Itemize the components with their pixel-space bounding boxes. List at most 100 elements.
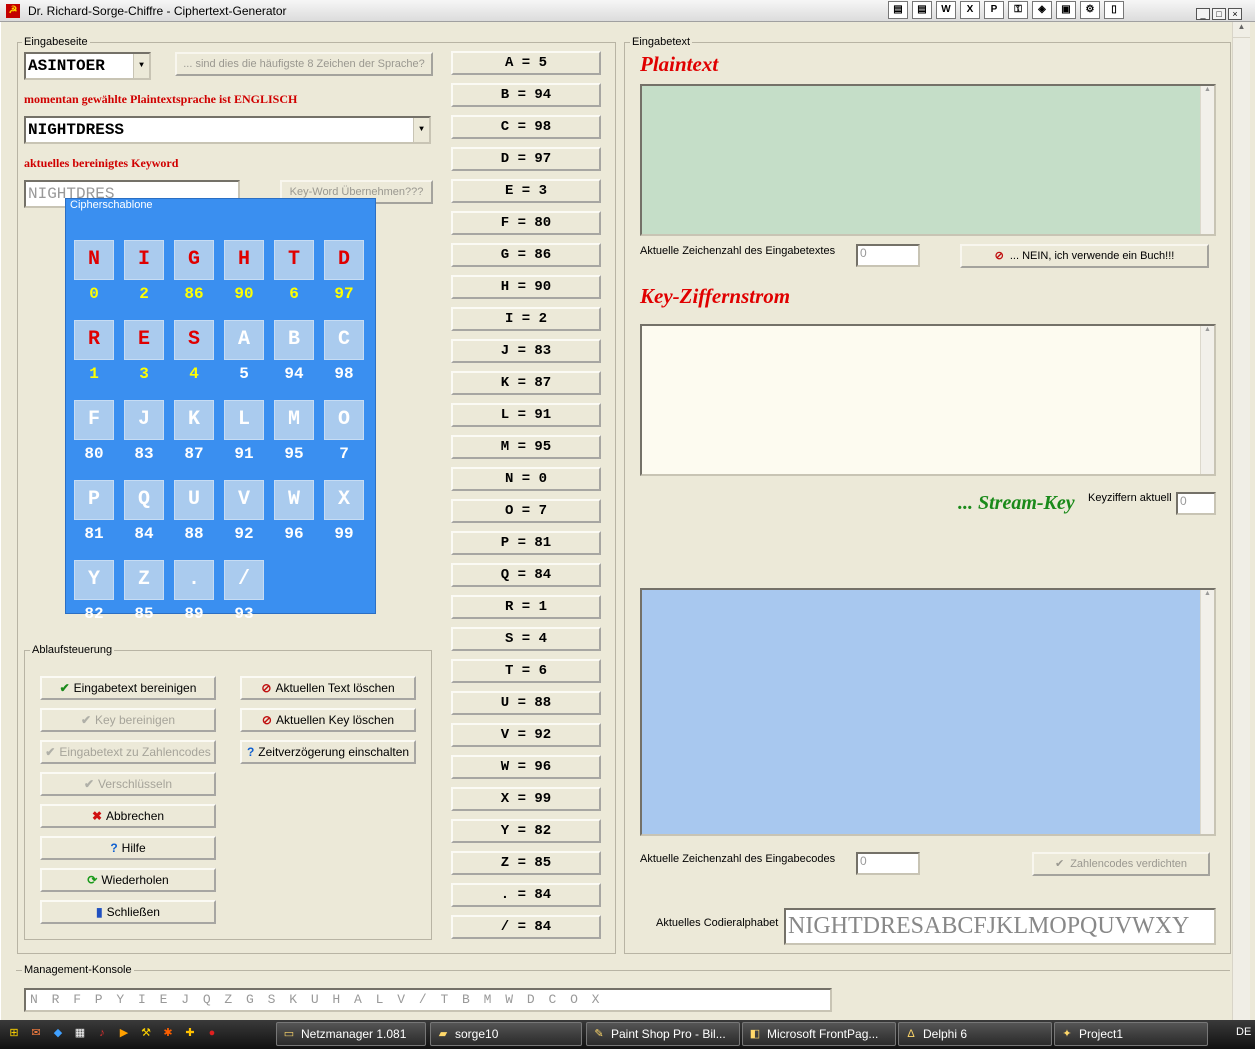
key-stream-scrollbar[interactable]: ▲ [1200,326,1214,474]
eingabetext-bereinigen-button[interactable]: ✔ Eingabetext bereinigen [40,676,216,700]
mapping-button[interactable]: Z = 85 [451,851,601,875]
ciphertext-output-memo[interactable]: ▲ [640,588,1216,836]
gear-icon[interactable]: ⚙ [1080,1,1100,19]
cipher-cell-letter: H [224,240,264,280]
mapping-button[interactable]: A = 5 [451,51,601,75]
alphabet-field[interactable]: NIGHTDRESABCFJKLMOPQUVWXY [784,908,1216,945]
language-combo[interactable]: ASINTOER ▼ [24,52,151,80]
mapping-button[interactable]: H = 90 [451,275,601,299]
taskbar-task[interactable]: ▰ sorge10 [430,1022,582,1046]
mapping-button[interactable]: K = 87 [451,371,601,395]
taskbar-task[interactable]: ▭ Netzmanager 1.081 [276,1022,426,1046]
mapping-button[interactable]: U = 88 [451,691,601,715]
keyword-combo[interactable]: NIGHTDRESS ▼ [24,116,431,144]
mapping-button[interactable]: O = 7 [451,499,601,523]
display-icon[interactable]: ▣ [1056,1,1076,19]
mapping-button[interactable]: M = 95 [451,435,601,459]
close-icon[interactable]: × [1228,8,1242,20]
windows-icon[interactable]: ◈ [1032,1,1052,19]
maximize-icon[interactable]: □ [1212,8,1226,20]
code-count-field[interactable]: 0 [856,852,920,875]
keyziffern-field[interactable]: 0 [1176,492,1216,515]
mapping-button[interactable]: W = 96 [451,755,601,779]
compress-codes-button[interactable]: ✔ Zahlencodes verdichten [1032,852,1210,876]
key-icon[interactable]: ⚿ [1008,1,1028,19]
abbrechen-button[interactable]: ✖ Abbrechen [40,804,216,828]
cipher-cell-letter: E [124,320,164,360]
mapping-button[interactable]: I = 2 [451,307,601,331]
plaintext-count-field[interactable]: 0 [856,244,920,267]
folder-icon: ▰ [438,1028,448,1040]
document-icon[interactable]: ▯ [1104,1,1124,19]
mapping-button[interactable]: R = 1 [451,595,601,619]
mapping-button[interactable]: V = 92 [451,723,601,747]
taskbar-task[interactable]: ✎ Paint Shop Pro - Bil... [586,1022,740,1046]
quicklaunch-icon[interactable]: ⚒ [138,1025,154,1041]
book-button[interactable]: ⊘ ... NEIN, ich verwende ein Buch!!! [960,244,1209,268]
mapping-button[interactable]: P = 81 [451,531,601,555]
mapping-button[interactable]: E = 3 [451,179,601,203]
quicklaunch-icon[interactable]: ✱ [160,1025,176,1041]
mapping-button[interactable]: T = 6 [451,659,601,683]
hilfe-button[interactable]: ? Hilfe [40,836,216,860]
mapping-button[interactable]: / = 84 [451,915,601,939]
quicklaunch-icon[interactable]: ◆ [50,1025,66,1041]
taskbar-task[interactable]: Δ Delphi 6 [898,1022,1052,1046]
wiederholen-button[interactable]: ⟳ Wiederholen [40,868,216,892]
notepad-icon[interactable]: ▤ [912,1,932,19]
mapping-button[interactable]: C = 98 [451,115,601,139]
taskbar-task[interactable]: ◧ Microsoft FrontPag... [742,1022,896,1046]
quicklaunch-icon[interactable]: ✉ [28,1025,44,1041]
mapping-button[interactable]: F = 80 [451,211,601,235]
schließen-button[interactable]: ▮ Schließen [40,900,216,924]
console-field[interactable]: N R F P Y I E J Q Z G S K U H A L V / T … [24,988,832,1012]
cipher-cell-letter: T [274,240,314,280]
aktuellen-key-löschen-button[interactable]: ⊘ Aktuellen Key löschen [240,708,416,732]
notepad-icon[interactable]: ▤ [888,1,908,19]
mapping-button[interactable]: Q = 84 [451,563,601,587]
mapping-button[interactable]: . = 84 [451,883,601,907]
powerpoint-icon[interactable]: P [984,1,1004,19]
quicklaunch-icon[interactable]: ● [204,1025,220,1041]
quicklaunch-icon[interactable]: ⊞ [6,1025,22,1041]
mapping-button[interactable]: Y = 82 [451,819,601,843]
mapping-button[interactable]: N = 0 [451,467,601,491]
delphi-icon: Δ [907,1028,915,1040]
check-icon: ✔ [59,681,70,695]
aktuellen-text-löschen-button[interactable]: ⊘ Aktuellen Text löschen [240,676,416,700]
cipher-cell-number: 7 [339,445,349,463]
quicklaunch-icon[interactable]: ▦ [72,1025,88,1041]
excel-icon[interactable]: X [960,1,980,19]
chevron-down-icon[interactable]: ▼ [413,118,429,142]
scroll-up-icon[interactable]: ▲ [1233,22,1250,38]
mapping-button[interactable]: X = 99 [451,787,601,811]
frequency-check-button[interactable]: ... sind dies die häufigste 8 Zeichen de… [175,52,433,76]
quicklaunch-icon[interactable]: ✚ [182,1025,198,1041]
chevron-down-icon[interactable]: ▼ [133,54,149,78]
verschlüsseln-button[interactable]: ✔ Verschlüsseln [40,772,216,796]
mapping-button[interactable]: D = 97 [451,147,601,171]
cipher-cell-number: 99 [334,525,354,543]
quicklaunch-icon[interactable]: ♪ [94,1025,110,1041]
mapping-button[interactable]: J = 83 [451,339,601,363]
ciphertext-scrollbar[interactable]: ▲ [1200,590,1214,834]
mapping-button[interactable]: S = 4 [451,627,601,651]
mapping-button[interactable]: B = 94 [451,83,601,107]
key-bereinigen-button[interactable]: ✔ Key bereinigen [40,708,216,732]
mapping-button[interactable]: L = 91 [451,403,601,427]
zeitverzögerung-einschalten-button[interactable]: ? Zeitverzögerung einschalten [240,740,416,764]
plaintext-scrollbar[interactable]: ▲ [1200,86,1214,234]
cipher-cell-letter: M [274,400,314,440]
quicklaunch-icon[interactable]: ▶ [116,1025,132,1041]
eingabetext-zu-zahlencodes-button[interactable]: ✔ Eingabetext zu Zahlencodes [40,740,216,764]
language-indicator[interactable]: DE [1236,1026,1251,1038]
mapping-button[interactable]: G = 86 [451,243,601,267]
cipher-cell-number: 90 [234,285,254,303]
window-scrollbar[interactable]: ▲ [1232,22,1250,1020]
key-stream-memo[interactable]: ▲ [640,324,1216,476]
minimize-icon[interactable]: _ [1196,8,1210,20]
no-entry-icon: ⊘ [261,713,272,727]
plaintext-memo[interactable]: ▲ [640,84,1216,236]
taskbar-task[interactable]: ✦ Project1 [1054,1022,1208,1046]
word-icon[interactable]: W [936,1,956,19]
